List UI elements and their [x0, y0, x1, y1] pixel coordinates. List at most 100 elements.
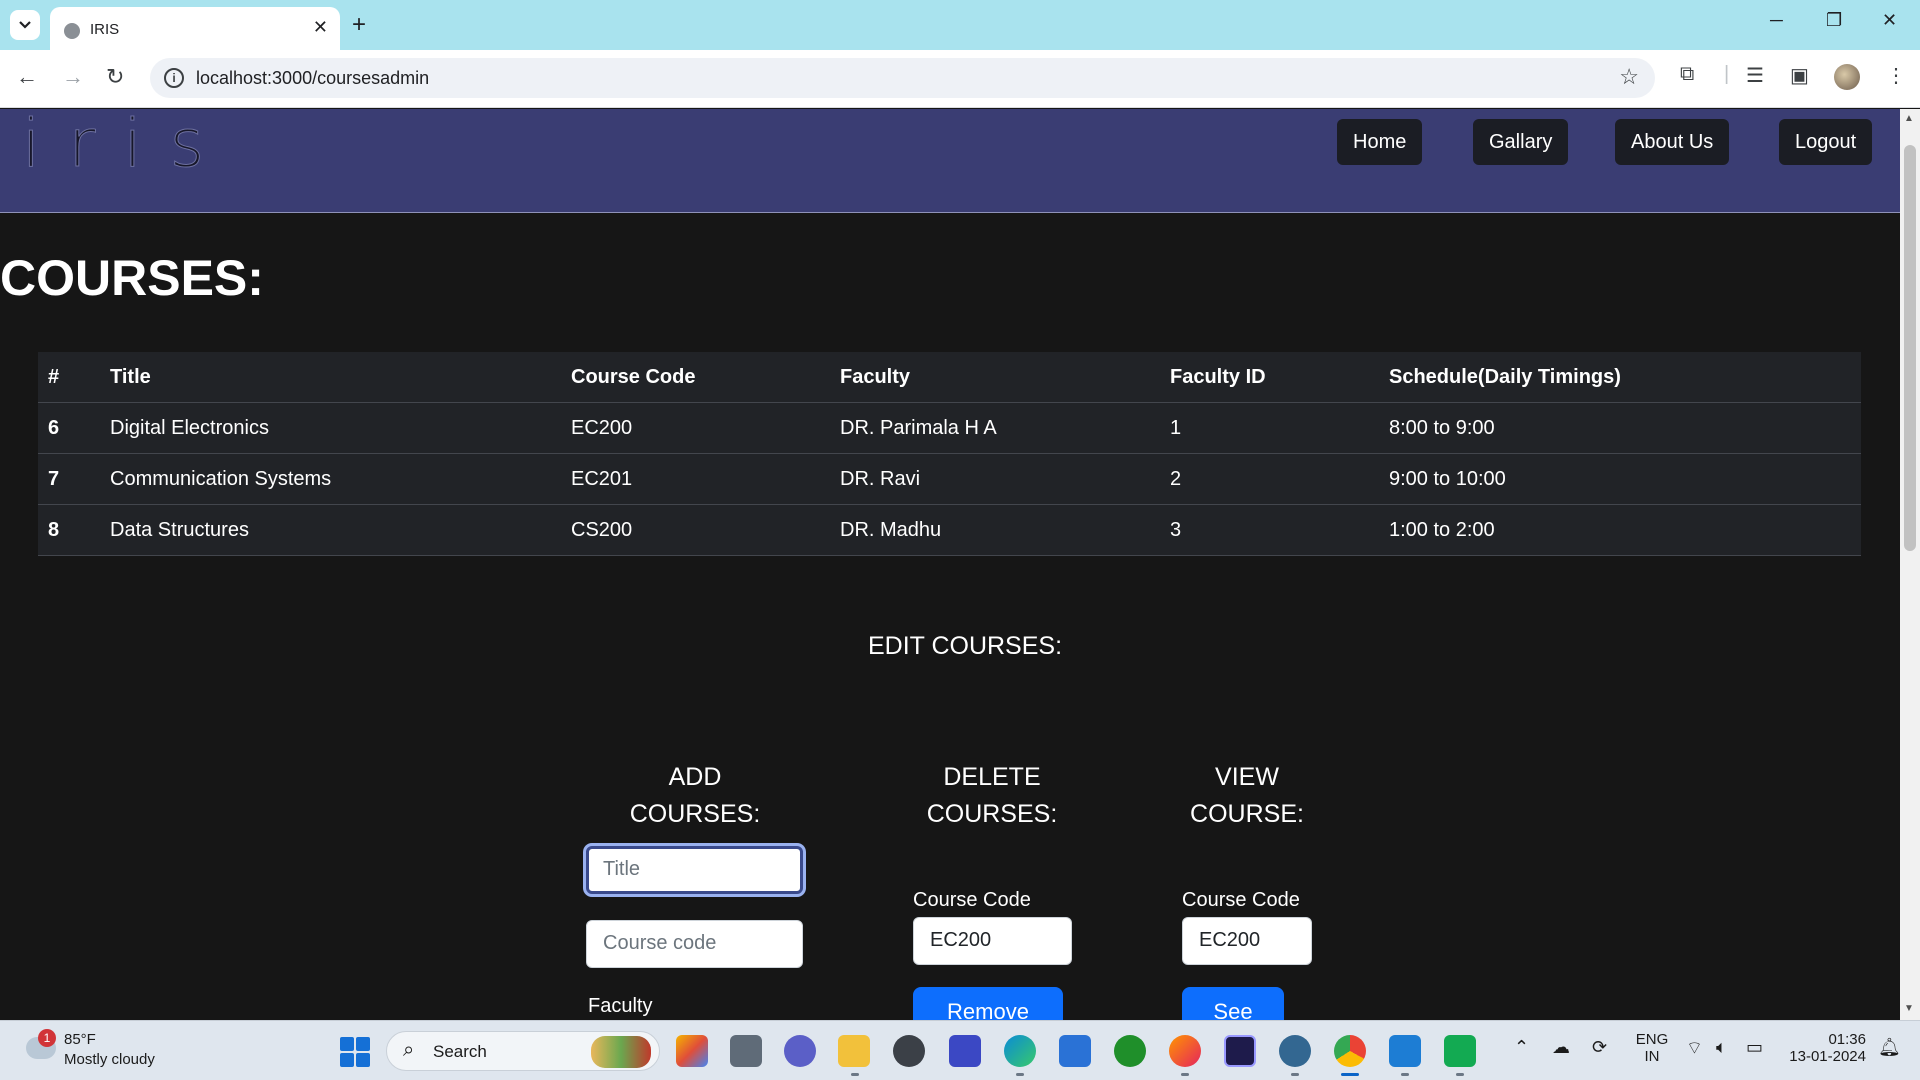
page-viewport: iris Home Gallary About Us Logout COURSE…	[0, 109, 1900, 1020]
table-row: 7 Communication Systems EC201 DR. Ravi 2…	[38, 454, 1861, 505]
wifi-icon[interactable]: ⌔	[1686, 1037, 1703, 1060]
battery-icon[interactable]: ▭	[1746, 1037, 1763, 1058]
page-scrollbar[interactable]: ▲ ▼	[1900, 109, 1920, 1020]
faculty-label: Faculty	[588, 995, 653, 1017]
reload-icon[interactable]: ↻	[106, 64, 124, 90]
postgresql-icon[interactable]	[1279, 1035, 1311, 1067]
task-view-icon[interactable]	[730, 1035, 762, 1067]
site-navbar: iris Home Gallary About Us Logout	[0, 109, 1900, 213]
delete-courses-title: DELETE COURSES:	[922, 759, 1062, 833]
forward-arrow-icon[interactable]: →	[62, 64, 84, 90]
table-cell: Data Structures	[110, 519, 249, 541]
delete-title-line2: COURSES:	[926, 800, 1058, 828]
close-icon[interactable]: ✕	[313, 17, 328, 38]
nav-gallery-button[interactable]: Gallary	[1473, 119, 1569, 165]
url-text[interactable]: localhost:3000/coursesadmin	[196, 68, 429, 89]
scroll-thumb[interactable]	[1904, 145, 1916, 551]
app-running-indicator	[1401, 1073, 1409, 1076]
file-explorer-icon[interactable]	[838, 1035, 870, 1067]
globe-icon	[64, 23, 80, 39]
extensions-icon[interactable]: ⧉	[1680, 63, 1694, 86]
table-cell: Digital Electronics	[110, 417, 269, 439]
window-close-icon[interactable]: ✕	[1882, 10, 1897, 31]
language-indicator[interactable]: ENG IN	[1634, 1031, 1670, 1065]
view-title-line2: COURSE:	[1190, 800, 1304, 828]
edge-icon[interactable]	[1004, 1035, 1036, 1067]
scroll-down-icon[interactable]: ▼	[1904, 1003, 1914, 1014]
tab-search-button[interactable]	[10, 10, 40, 40]
table-cell: 8	[48, 519, 60, 541]
mongodb-compass-icon[interactable]	[1444, 1035, 1476, 1067]
browser-toolbar: ← → ↻ i localhost:3000/coursesadmin ☆ ⧉ …	[0, 50, 1920, 108]
nav-about-button[interactable]: About Us	[1615, 119, 1730, 165]
vscode-icon[interactable]	[1389, 1035, 1421, 1067]
search-highlight-image	[591, 1036, 651, 1068]
view-code-input[interactable]: EC200	[1182, 917, 1312, 965]
restore-icon[interactable]: ❐	[1826, 10, 1842, 31]
title-input[interactable]: Title	[586, 846, 803, 894]
table-row: 8 Data Structures CS200 DR. Madhu 3 1:00…	[38, 505, 1861, 556]
premiere-pro-icon[interactable]	[1224, 1035, 1256, 1067]
site-info-icon[interactable]: i	[164, 68, 184, 88]
back-arrow-icon[interactable]: ←	[16, 64, 38, 90]
media-control-icon[interactable]: ☰	[1746, 63, 1764, 88]
volume-icon[interactable]: 🔈︎	[1716, 1037, 1727, 1058]
table-cell: 8:00 to 9:00	[1389, 417, 1495, 439]
scroll-up-icon[interactable]: ▲	[1904, 113, 1914, 124]
bookmark-star-icon[interactable]: ☆	[1619, 64, 1639, 90]
column-header: Faculty	[840, 366, 911, 388]
toolbar-divider: |	[1724, 63, 1730, 85]
table-cell: 7	[48, 468, 60, 490]
clock[interactable]: 01:36 13-01-2024	[1782, 1031, 1866, 1065]
column-header: #	[48, 366, 60, 388]
site-logo[interactable]: iris	[21, 109, 232, 183]
onedrive-cloud-icon[interactable]: ☁	[1552, 1037, 1570, 1058]
table-cell: DR. Ravi	[840, 468, 921, 490]
remove-button[interactable]: Remove	[913, 987, 1063, 1020]
weather-temp[interactable]: 85°F	[64, 1031, 96, 1048]
table-cell: 6	[48, 417, 60, 439]
notification-bell-icon[interactable]: 🔔︎	[1878, 1037, 1901, 1058]
table-cell: 2	[1170, 468, 1182, 490]
xbox-icon[interactable]	[1114, 1035, 1146, 1067]
browser-tabstrip: IRIS ✕ + ─ ❐ ✕	[0, 0, 1920, 50]
windows-start-icon[interactable]	[340, 1037, 370, 1067]
editor-app-icon[interactable]	[949, 1035, 981, 1067]
page-title: COURSES:	[0, 250, 264, 306]
menu-dots-icon[interactable]: ⋮	[1886, 63, 1906, 88]
column-header: Schedule(Daily Timings)	[1389, 366, 1621, 388]
table-cell: DR. Parimala H A	[840, 417, 997, 439]
see-button[interactable]: See	[1182, 987, 1284, 1020]
app-running-indicator	[1456, 1073, 1464, 1076]
table-cell: CS200	[571, 519, 633, 541]
chevron-up-icon[interactable]: ⌃	[1514, 1037, 1529, 1058]
course-code-input[interactable]: Course code	[586, 920, 803, 968]
browser-tab[interactable]: IRIS ✕	[50, 7, 340, 50]
table-cell: 1:00 to 2:00	[1389, 519, 1495, 541]
unity-icon[interactable]	[893, 1035, 925, 1067]
view-title-line1: VIEW	[1215, 763, 1279, 791]
delete-code-label: Course Code	[913, 889, 1031, 911]
search-icon: ⌕	[403, 1039, 415, 1061]
taskbar-search[interactable]: ⌕ Search	[386, 1031, 660, 1071]
store-icon[interactable]	[1059, 1035, 1091, 1067]
view-course-title: VIEW COURSE:	[1177, 759, 1317, 833]
weather-desc[interactable]: Mostly cloudy	[64, 1051, 155, 1068]
nav-logout-button[interactable]: Logout	[1779, 119, 1873, 165]
minimize-icon[interactable]: ─	[1770, 10, 1783, 31]
delete-code-input[interactable]: EC200	[913, 917, 1072, 965]
firefox-icon[interactable]	[1169, 1035, 1201, 1067]
address-bar[interactable]: i localhost:3000/coursesadmin ☆	[150, 58, 1655, 98]
teams-chat-icon[interactable]	[784, 1035, 816, 1067]
nav-home-button[interactable]: Home	[1337, 119, 1423, 165]
copilot-icon[interactable]	[676, 1035, 708, 1067]
app-running-indicator	[851, 1073, 859, 1076]
column-header: Faculty ID	[1170, 366, 1266, 388]
weather-badge: 1	[38, 1029, 56, 1047]
sync-icon[interactable]: ⟳	[1592, 1037, 1607, 1058]
profile-avatar[interactable]	[1834, 64, 1860, 90]
chrome-icon[interactable]	[1334, 1035, 1366, 1067]
side-panel-icon[interactable]: ▣	[1790, 63, 1809, 88]
courses-table: # Title Course Code Faculty Faculty ID S…	[38, 352, 1861, 556]
new-tab-icon[interactable]: +	[352, 10, 366, 40]
